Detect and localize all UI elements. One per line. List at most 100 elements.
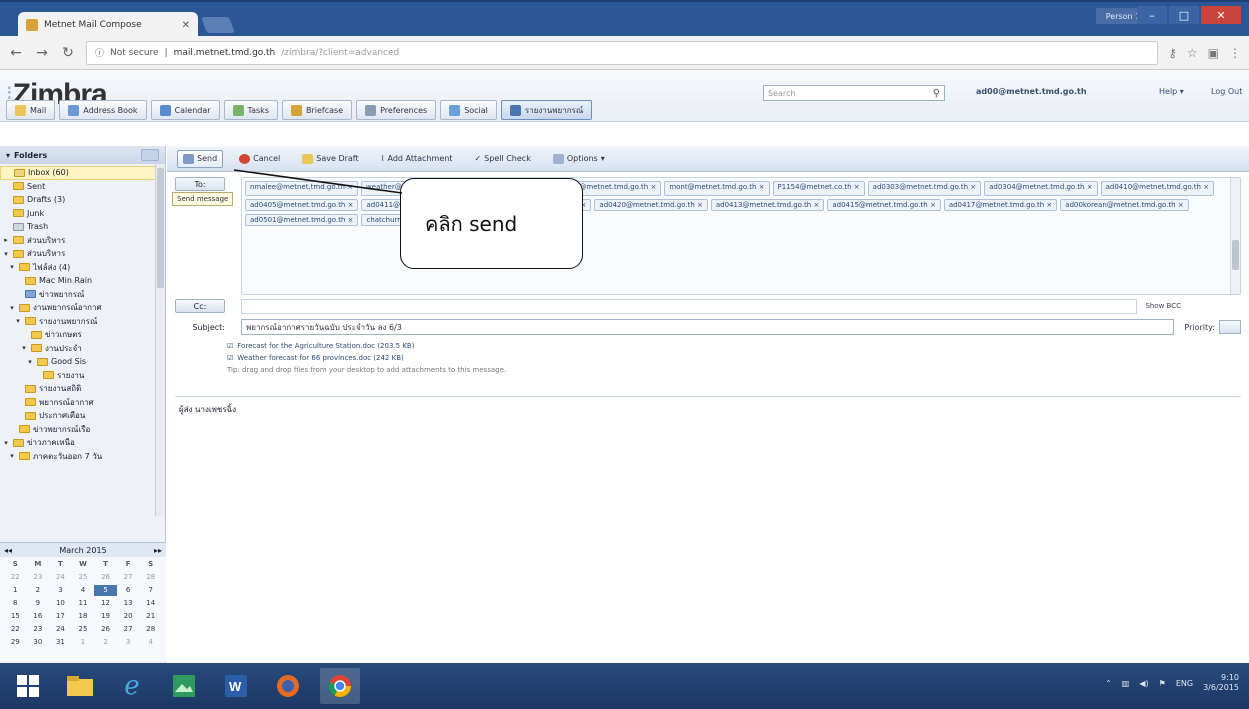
maximize-button[interactable]: □ xyxy=(1169,6,1199,24)
recipient-chip[interactable]: ad0405@metnet.tmd.go.th × xyxy=(245,199,359,211)
folder-item[interactable]: พยากรณ์อากาศ xyxy=(0,396,165,410)
calendar-day[interactable]: 12 xyxy=(94,598,117,609)
browser-tab[interactable]: Metnet Mail Compose ✕ xyxy=(18,12,198,38)
calendar-day[interactable]: 26 xyxy=(94,624,117,635)
show-bcc-link[interactable]: Show BCC xyxy=(1145,299,1181,314)
attachment-checkbox[interactable]: ☑ xyxy=(227,342,233,350)
folder-item[interactable]: ▾ ส่วนบริหาร xyxy=(0,247,165,261)
calendar-day[interactable]: 20 xyxy=(117,611,140,622)
calendar-day[interactable]: 18 xyxy=(72,611,95,622)
calendar-day[interactable]: 22 xyxy=(4,624,27,635)
folder-item[interactable]: ▾ ข่าวภาคเหนือ xyxy=(0,436,165,450)
calendar-day[interactable]: 29 xyxy=(4,637,27,648)
minimize-button[interactable]: – xyxy=(1137,6,1167,24)
recipient-chip[interactable]: ad00korean@metnet.tmd.go.th × xyxy=(1060,199,1189,211)
spell-check-button[interactable]: ✓ Spell Check xyxy=(468,150,536,168)
calendar-day[interactable]: 28 xyxy=(139,572,162,583)
logout-link[interactable]: Log Out xyxy=(1211,87,1242,96)
info-icon[interactable]: ⓘ xyxy=(95,46,104,59)
folder-item[interactable]: ประกาศเตือน xyxy=(0,409,165,423)
app-tab[interactable]: Briefcase xyxy=(281,100,353,120)
folder-item[interactable]: Inbox (60) xyxy=(0,166,165,180)
tree-toggle-icon[interactable]: ▾ xyxy=(20,344,28,352)
to-scrollbar[interactable] xyxy=(1230,178,1240,294)
folder-item[interactable]: ▾ งานพยากรณ์อากาศ xyxy=(0,301,165,315)
bookmark-star-icon[interactable]: ☆ xyxy=(1187,46,1198,60)
recipient-chip[interactable]: ad0303@metnet.tmd.go.th × xyxy=(867,181,982,196)
recipient-chip[interactable]: P1154@metnet.co.th × xyxy=(772,181,865,196)
prev-year-icon[interactable]: ◂◂ xyxy=(4,546,12,555)
search-input[interactable]: Search ⚲ xyxy=(763,85,945,101)
close-window-button[interactable]: ✕ xyxy=(1201,6,1241,24)
folder-item[interactable]: ▾ งานประจำ xyxy=(0,342,165,356)
calendar-month-label[interactable]: March 2015 xyxy=(59,546,106,555)
photos-icon[interactable] xyxy=(164,668,204,704)
windows-start-icon[interactable] xyxy=(8,668,48,704)
folder-item[interactable]: ข่าวพยากรณ์เรือ xyxy=(0,423,165,437)
app-tab[interactable]: Address Book xyxy=(59,100,147,120)
forward-icon[interactable]: → xyxy=(34,45,50,61)
calendar-day[interactable]: 10 xyxy=(49,598,72,609)
recipient-chip[interactable]: ad0410@metnet.tmd.go.th × xyxy=(1100,181,1215,196)
folder-scrollbar[interactable] xyxy=(155,164,165,516)
file-explorer-icon[interactable] xyxy=(60,668,100,704)
calendar-day[interactable]: 25 xyxy=(72,624,95,635)
calendar-day[interactable]: 24 xyxy=(49,624,72,635)
word-icon[interactable]: W xyxy=(216,668,256,704)
tree-toggle-icon[interactable]: ▾ xyxy=(2,250,10,258)
tree-toggle-icon[interactable]: ▾ xyxy=(26,358,34,366)
folder-item[interactable]: Trash xyxy=(0,220,165,234)
firefox-icon[interactable] xyxy=(268,668,308,704)
flag-icon[interactable]: ⚑ xyxy=(1159,679,1166,688)
calendar-day[interactable]: 11 xyxy=(72,598,95,609)
menu-icon[interactable]: ⋮ xyxy=(1229,46,1241,60)
tree-toggle-icon[interactable]: ▾ xyxy=(8,263,16,271)
app-tab[interactable]: Calendar xyxy=(150,100,220,120)
calendar-day[interactable]: 6 xyxy=(117,585,140,596)
attachment-checkbox[interactable]: ☑ xyxy=(227,354,233,362)
calendar-day[interactable]: 23 xyxy=(27,624,50,635)
recipient-chip[interactable]: ad0420@metnet.tmd.go.th × xyxy=(594,199,708,211)
calendar-day[interactable]: 5 xyxy=(94,585,117,596)
app-tab[interactable]: Mail xyxy=(6,100,56,120)
calendar-day[interactable]: 1 xyxy=(4,585,27,596)
search-icon[interactable]: ⚲ xyxy=(933,88,940,99)
calendar-day[interactable]: 2 xyxy=(94,637,117,648)
internet-explorer-icon[interactable]: e xyxy=(112,668,152,704)
folder-item[interactable]: รายงานสถิติ xyxy=(0,382,165,396)
calendar-day[interactable]: 25 xyxy=(72,572,95,583)
recipient-chip[interactable]: mont@metnet.tmd.go.th × xyxy=(664,181,770,196)
app-tab[interactable]: Tasks xyxy=(223,100,278,120)
calendar-day[interactable]: 28 xyxy=(139,624,162,635)
app-tab[interactable]: รายงานพยากรณ์ xyxy=(500,100,593,120)
reload-icon[interactable]: ↻ xyxy=(60,45,76,61)
key-icon[interactable]: ⚷ xyxy=(1168,46,1177,60)
gear-icon[interactable] xyxy=(141,149,159,161)
calendar-day[interactable]: 7 xyxy=(139,585,162,596)
calendar-day[interactable]: 3 xyxy=(49,585,72,596)
folder-item[interactable]: ▸ ส่วนบริหาร xyxy=(0,234,165,248)
folder-item[interactable]: Sent xyxy=(0,180,165,194)
tree-toggle-icon[interactable]: ▾ xyxy=(14,317,22,325)
calendar-day[interactable]: 23 xyxy=(27,572,50,583)
recipient-chip[interactable]: ad0413@metnet.tmd.go.th × xyxy=(710,199,825,211)
network-icon[interactable]: ▥ xyxy=(1122,679,1130,688)
calendar-day[interactable]: 1 xyxy=(72,637,95,648)
calendar-day[interactable]: 4 xyxy=(139,637,162,648)
collapse-icon[interactable]: ▾ xyxy=(6,151,10,160)
tab-close-icon[interactable]: ✕ xyxy=(182,20,190,31)
app-tab[interactable]: Social xyxy=(440,100,497,120)
recipient-chip[interactable]: ad0304@metnet.tmd.go.th × xyxy=(984,181,1098,196)
send-button[interactable]: Send xyxy=(177,149,224,168)
tree-toggle-icon[interactable]: ▸ xyxy=(2,236,10,244)
extension-icon[interactable]: ▣ xyxy=(1208,46,1219,60)
folder-item[interactable]: ▾ Good Sis xyxy=(0,355,165,369)
calendar-day[interactable]: 19 xyxy=(94,611,117,622)
folder-item[interactable]: ข่าวเกษตร xyxy=(0,328,165,342)
calendar-day[interactable]: 21 xyxy=(139,611,162,622)
language-indicator[interactable]: ENG xyxy=(1176,679,1193,688)
recipient-chip[interactable]: ad0415@metnet.tmd.go.th × xyxy=(827,199,941,211)
calendar-day[interactable]: 4 xyxy=(72,585,95,596)
omnibox[interactable]: ⓘ Not secure | mail.metnet.tmd.go.th /zi… xyxy=(86,40,1159,65)
folder-item[interactable]: ▾ ไฟล์ส่ง (4) xyxy=(0,261,165,275)
